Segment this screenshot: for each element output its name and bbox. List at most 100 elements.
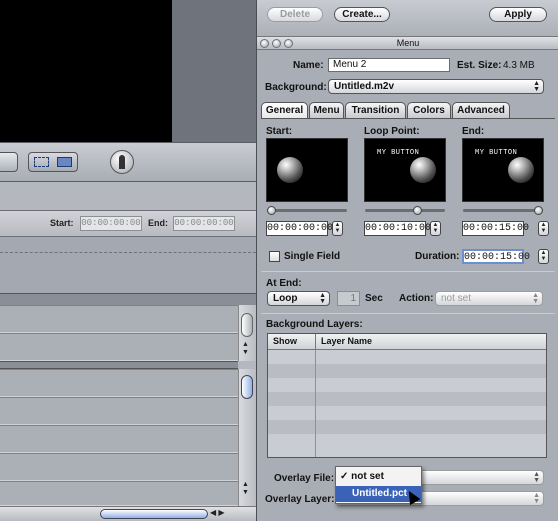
timeline-start-field[interactable]: 00:00:00:00 bbox=[80, 216, 142, 231]
end-stepper[interactable]: ▲ ▼ bbox=[538, 221, 549, 236]
loop-timecode-field[interactable]: 00:00:10:00 bbox=[364, 221, 431, 236]
track-row[interactable] bbox=[0, 369, 238, 397]
start-stepper[interactable]: ▲ ▼ bbox=[332, 221, 343, 236]
safe-area-icon[interactable] bbox=[34, 157, 49, 167]
name-field[interactable]: Menu 2 bbox=[328, 58, 450, 72]
table-row[interactable] bbox=[268, 364, 546, 378]
popup-arrows-icon: ▲ ▼ bbox=[533, 471, 540, 484]
at-end-select[interactable]: Loop ▲ ▼ bbox=[267, 291, 330, 306]
section-divider bbox=[261, 271, 555, 272]
action-label: Action: bbox=[399, 293, 434, 304]
timeline-end-field[interactable]: 00:00:00:00 bbox=[173, 216, 235, 231]
tab-colors[interactable]: Colors bbox=[407, 102, 451, 118]
background-value: Untitled.m2v bbox=[334, 81, 395, 92]
popup-arrows-icon: ▲ ▼ bbox=[533, 492, 540, 505]
table-row[interactable] bbox=[268, 392, 546, 406]
track-row[interactable] bbox=[0, 481, 238, 506]
viewer-toolbar bbox=[0, 142, 256, 182]
background-layers-table[interactable]: Show Layer Name bbox=[267, 333, 547, 458]
table-row[interactable] bbox=[268, 434, 546, 448]
menu-item-not-set[interactable]: ✓ not set bbox=[336, 469, 421, 485]
end-slider-track[interactable] bbox=[463, 209, 543, 212]
popup-arrows-icon: ▲ ▼ bbox=[532, 292, 539, 305]
est-size-label: Est. Size: bbox=[457, 60, 502, 71]
table-row[interactable] bbox=[268, 406, 546, 420]
scroll-arrows-icon[interactable]: ▲ ▼ bbox=[242, 341, 249, 357]
window-title: Menu bbox=[396, 38, 420, 48]
table-row[interactable] bbox=[268, 420, 546, 434]
inspector-toolbar: Delete Create... Apply bbox=[257, 0, 558, 36]
column-header-layer-name[interactable]: Layer Name bbox=[316, 334, 546, 350]
view-toggle-group bbox=[28, 152, 78, 172]
scroll-thumb[interactable] bbox=[241, 313, 253, 337]
overlay-layer-label: Overlay Layer: bbox=[265, 494, 335, 505]
loop-count-field[interactable]: 1 bbox=[337, 291, 360, 306]
loop-slider-knob[interactable] bbox=[413, 206, 422, 215]
background-layers-title: Background Layers: bbox=[266, 319, 363, 330]
table-row[interactable] bbox=[268, 378, 546, 392]
checkmark-icon: ✓ bbox=[340, 471, 349, 482]
apply-button[interactable]: Apply bbox=[489, 7, 547, 22]
minimize-window-icon[interactable] bbox=[272, 39, 281, 48]
viewer-mode-button[interactable] bbox=[0, 152, 18, 172]
zoom-window-icon[interactable] bbox=[284, 39, 293, 48]
loop-slider-track[interactable] bbox=[365, 209, 445, 212]
action-select[interactable]: not set ▲ ▼ bbox=[435, 291, 543, 306]
scroll-thumb[interactable] bbox=[241, 375, 253, 399]
tab-advanced[interactable]: Advanced bbox=[452, 102, 510, 118]
track-row[interactable] bbox=[0, 453, 238, 481]
close-window-icon[interactable] bbox=[260, 39, 269, 48]
track-row[interactable] bbox=[0, 305, 238, 333]
tab-menu[interactable]: Menu bbox=[309, 102, 344, 118]
start-slider-track[interactable] bbox=[267, 209, 347, 212]
simulator-button[interactable] bbox=[110, 150, 134, 174]
popup-arrows-icon: ▲ ▼ bbox=[533, 80, 540, 93]
at-end-label: At End: bbox=[266, 278, 302, 289]
column-divider bbox=[315, 350, 316, 457]
video-viewer bbox=[0, 0, 172, 142]
scroll-left-right-icon[interactable]: ◀ ▶ bbox=[210, 508, 225, 517]
at-end-value: Loop bbox=[273, 293, 298, 304]
loop-point-label: Loop Point: bbox=[364, 126, 420, 137]
video-track-scrollbar[interactable]: ▲ ▼ bbox=[238, 305, 256, 361]
timeline-ruler bbox=[0, 237, 256, 293]
track-row[interactable] bbox=[0, 397, 238, 425]
duration-field[interactable]: 00:00:15:00 bbox=[462, 249, 530, 264]
end-thumbnail-text: MY BUTTON bbox=[475, 149, 518, 157]
viewer-side-panel bbox=[172, 0, 256, 142]
end-timecode-field[interactable]: 00:00:15:00 bbox=[462, 221, 529, 236]
overlay-file-label: Overlay File: bbox=[274, 473, 335, 484]
create-button[interactable]: Create... bbox=[334, 7, 390, 22]
track-row[interactable] bbox=[0, 333, 238, 361]
start-label: Start: bbox=[266, 126, 293, 137]
audio-track-scrollbar[interactable]: ▲ ▼ bbox=[238, 369, 256, 506]
column-header-show[interactable]: Show bbox=[268, 334, 316, 350]
scroll-arrows-icon[interactable]: ▲ ▼ bbox=[242, 481, 249, 497]
duration-stepper[interactable]: ▲ ▼ bbox=[538, 249, 549, 264]
track-row[interactable] bbox=[0, 425, 238, 453]
table-row[interactable] bbox=[268, 350, 546, 364]
loop-stepper[interactable]: ▲ ▼ bbox=[430, 221, 441, 236]
title-safe-icon[interactable] bbox=[57, 157, 72, 167]
background-label: Background: bbox=[265, 82, 327, 93]
sphere-graphic bbox=[410, 157, 436, 183]
section-divider bbox=[261, 313, 555, 314]
end-slider-knob[interactable] bbox=[534, 206, 543, 215]
duration-label: Duration: bbox=[415, 251, 460, 262]
start-timecode-field[interactable]: 00:00:00:00 bbox=[266, 221, 333, 236]
tab-transition[interactable]: Transition bbox=[345, 102, 406, 118]
start-slider-knob[interactable] bbox=[267, 206, 276, 215]
single-field-label: Single Field bbox=[284, 251, 341, 262]
single-field-checkbox[interactable] bbox=[269, 251, 280, 262]
timeline-horizontal-scrollbar[interactable]: ◀ ▶ bbox=[0, 506, 256, 521]
scroll-thumb[interactable] bbox=[100, 509, 208, 519]
background-select[interactable]: Untitled.m2v ▲ ▼ bbox=[328, 79, 544, 94]
est-size-value: 4.3 MB bbox=[503, 60, 535, 71]
ruler-ticks bbox=[0, 247, 256, 253]
tab-general[interactable]: General bbox=[261, 102, 308, 118]
track-divider bbox=[0, 293, 256, 305]
loop-thumbnail: MY BUTTON bbox=[364, 138, 446, 202]
delete-button[interactable]: Delete bbox=[267, 7, 323, 22]
track-divider bbox=[0, 361, 238, 369]
loop-thumbnail-text: MY BUTTON bbox=[377, 149, 420, 157]
